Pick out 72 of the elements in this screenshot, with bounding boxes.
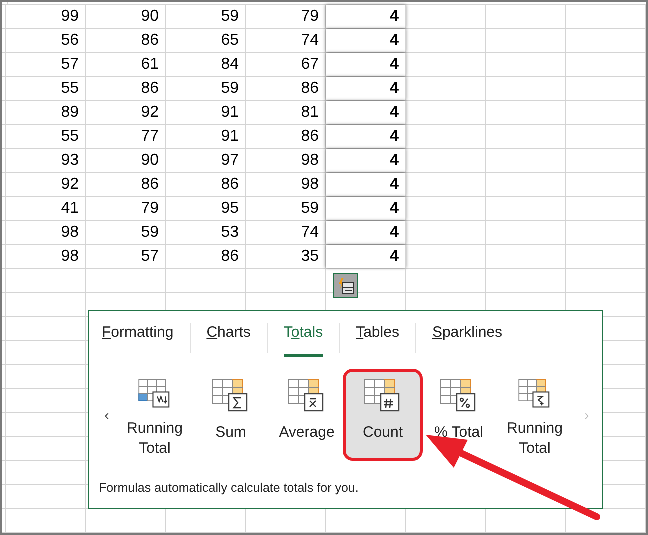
table-cell-text: 59 (301, 198, 319, 218)
table-cell-text: 92 (61, 174, 79, 194)
table-cell-text: 4 (390, 222, 399, 242)
table-cell-text: 4 (390, 198, 399, 218)
table-cell-text: 91 (221, 102, 239, 122)
table-cell-text: 4 (390, 30, 399, 50)
table-cell-text: 59 (221, 78, 239, 98)
table-cell-text: 55 (61, 78, 79, 98)
table-cell-text: 86 (141, 30, 159, 50)
table-cell-text: 59 (141, 222, 159, 242)
table-formula-icon (288, 379, 326, 413)
table-cell-text: 4 (390, 126, 399, 146)
table-cell-text: 79 (301, 6, 319, 26)
table-cell-text: 4 (390, 246, 399, 266)
table-cell-text: 92 (141, 102, 159, 122)
table-cell-text: 90 (141, 6, 159, 26)
table-cell-text: 98 (61, 222, 79, 242)
previous-button[interactable]: ‹ (97, 404, 117, 426)
table-cell-text: 86 (301, 126, 319, 146)
table-cell-text: 98 (301, 150, 319, 170)
table-formula-icon (440, 379, 478, 413)
table-cell-text: 61 (141, 54, 159, 74)
table-cell-text: 67 (301, 54, 319, 74)
table-cell-text: 86 (221, 246, 239, 266)
table-cell-text: 77 (141, 126, 159, 146)
table-cell-text: 98 (301, 174, 319, 194)
table-cell-text: 4 (390, 54, 399, 74)
table-cell-text: 4 (390, 150, 399, 170)
totals-option[interactable]: Sum (193, 371, 269, 459)
table-cell-text: 56 (61, 30, 79, 50)
tab[interactable]: Tables (356, 319, 400, 357)
table-formula-icon (364, 379, 402, 413)
table-cell-text: 4 (390, 174, 399, 194)
quick-analysis-button[interactable] (333, 273, 358, 298)
table-cell-text: 81 (301, 102, 319, 122)
table-cell-text: 86 (141, 78, 159, 98)
table-cell-text: 65 (221, 30, 239, 50)
table-cell-text: 79 (141, 198, 159, 218)
table-cell-text: 86 (301, 78, 319, 98)
table-cell-text: 95 (221, 198, 239, 218)
table-cell-text: 4 (390, 102, 399, 122)
table-cell-text: 93 (61, 150, 79, 170)
table-cell-text: 99 (61, 6, 79, 26)
table-cell-text: 98 (61, 246, 79, 266)
table-cell-text: 74 (301, 30, 319, 50)
tab[interactable]: Totals (284, 319, 324, 357)
table-cell-text: 86 (221, 174, 239, 194)
table-cell-text: 84 (221, 54, 239, 74)
table-cell-text: 57 (141, 246, 159, 266)
tab[interactable]: Formatting (102, 319, 174, 357)
table-cell-text: 74 (301, 222, 319, 242)
description-text: Formulas automatically calculate totals for you. (99, 481, 359, 495)
table-cell-text: 55 (61, 126, 79, 146)
table-cell-text: 53 (221, 222, 239, 242)
table-cell-text: 97 (221, 150, 239, 170)
table-cell-text: 91 (221, 126, 239, 146)
table-cell-text: 57 (61, 54, 79, 74)
table-cell-text: 89 (61, 102, 79, 122)
table-cell-text: 4 (390, 78, 399, 98)
totals-option[interactable]: Running Total (117, 371, 193, 459)
table-cell-text: 35 (301, 246, 319, 266)
tab[interactable]: Sparklines (432, 319, 502, 357)
totals-option[interactable]: Count (345, 371, 421, 459)
totals-option[interactable]: Running Total (497, 371, 573, 459)
table-cell-text: 4 (390, 6, 399, 26)
table-formula-icon (212, 379, 250, 413)
table-cell-text: 86 (141, 174, 159, 194)
tab[interactable]: Charts (206, 319, 251, 357)
table-cell-text: 90 (141, 150, 159, 170)
table-cell-text: 41 (61, 198, 79, 218)
table-cell-text: 59 (221, 6, 239, 26)
quick-analysis-icon (336, 276, 354, 294)
